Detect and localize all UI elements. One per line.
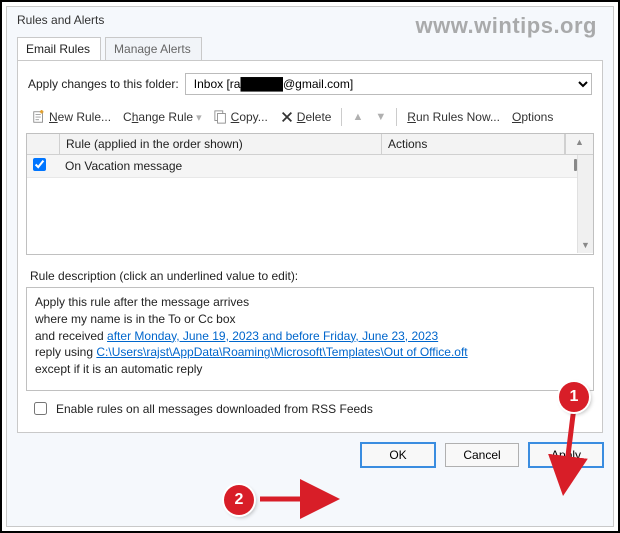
desc-line: and received after Monday, June 19, 2023… <box>35 328 585 345</box>
desc-line: where my name is in the To or Cc box <box>35 311 585 328</box>
rss-checkbox-label: Enable rules on all messages downloaded … <box>56 402 373 416</box>
new-rule-icon <box>32 110 46 124</box>
arrow-up-icon: ▲ <box>352 111 363 123</box>
options-button[interactable]: Options <box>506 106 559 128</box>
new-rule-button[interactable]: NNew Rule...ew Rule... <box>26 106 117 128</box>
tab-manage-alerts[interactable]: Manage Alerts <box>105 37 202 60</box>
delete-button[interactable]: Delete <box>274 106 338 128</box>
date-range-link[interactable]: after Monday, June 19, 2023 and before F… <box>107 329 438 343</box>
toolbar: NNew Rule...ew Rule... Change Rule ▾ Cop… <box>26 105 594 129</box>
move-down-button[interactable]: ▼ <box>369 107 392 127</box>
rule-name: On Vacation message <box>59 156 411 176</box>
chevron-down-icon: ▾ <box>196 111 202 124</box>
apply-folder-label: Apply changes to this folder: <box>28 77 179 91</box>
rule-checkbox[interactable] <box>33 158 46 171</box>
rss-checkbox[interactable] <box>34 402 47 415</box>
rules-col-actions[interactable]: Actions <box>382 134 565 154</box>
rules-table: Rule (applied in the order shown) Action… <box>26 133 594 255</box>
arrow-down-icon: ▼ <box>375 111 386 123</box>
scroll-down-icon[interactable]: ▼ <box>578 238 593 253</box>
template-path-link[interactable]: C:\Users\rajst\AppData\Roaming\Microsoft… <box>96 345 467 359</box>
run-rules-button[interactable]: Run Rules Now... <box>401 106 506 128</box>
cancel-button[interactable]: Cancel <box>445 443 519 467</box>
copy-icon <box>214 110 228 124</box>
desc-line: Apply this rule after the message arrive… <box>35 294 585 311</box>
scroll-up-icon[interactable]: ▲ <box>565 134 593 154</box>
delete-x-icon <box>280 110 294 124</box>
desc-line: except if it is an automatic reply <box>35 361 585 378</box>
tab-email-rules[interactable]: Email Rules <box>17 37 101 60</box>
dialog-title: Rules and Alerts <box>7 7 613 27</box>
rule-description: Apply this rule after the message arrive… <box>26 287 594 391</box>
rules-col-rule[interactable]: Rule (applied in the order shown) <box>60 134 382 154</box>
copy-button[interactable]: Copy... <box>208 106 274 128</box>
desc-line: reply using C:\Users\rajst\AppData\Roami… <box>35 344 585 361</box>
folder-select[interactable]: Inbox [ra█████@gmail.com] <box>185 73 592 95</box>
apply-button[interactable]: Apply <box>529 443 603 467</box>
ok-button[interactable]: OK <box>361 443 435 467</box>
move-up-button[interactable]: ▲ <box>346 107 369 127</box>
table-row[interactable]: On Vacation message <box>27 155 593 178</box>
change-rule-button[interactable]: Change Rule ▾ <box>117 106 208 128</box>
description-label: Rule description (click an underlined va… <box>30 269 590 283</box>
scrollbar[interactable]: ▼ <box>577 155 593 253</box>
